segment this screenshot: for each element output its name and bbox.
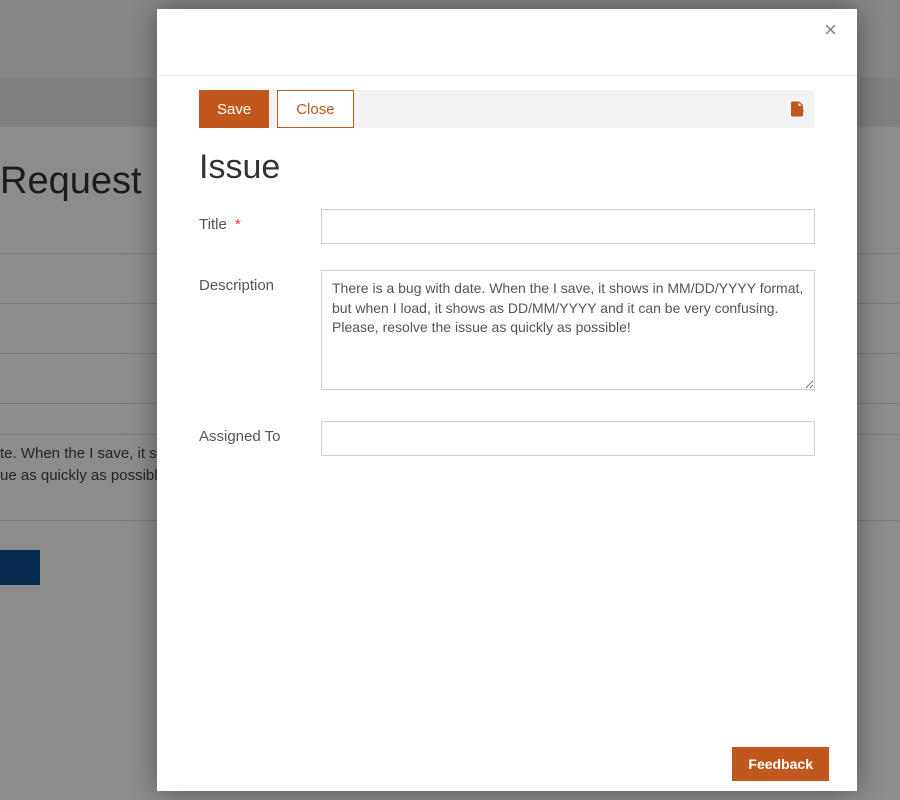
issue-modal: × Save Close Issue Title * [157, 9, 857, 791]
field-row-assigned-to: Assigned To [199, 421, 815, 456]
field-row-description: Description [199, 270, 815, 395]
field-row-title: Title * [199, 209, 815, 244]
modal-toolbar: Save Close [199, 90, 815, 128]
description-textarea[interactable] [321, 270, 815, 390]
required-indicator: * [235, 216, 241, 233]
modal-scroll-area[interactable]: Save Close Issue Title * [157, 76, 857, 791]
title-input[interactable] [321, 209, 815, 244]
modal-content: Save Close Issue Title * [157, 90, 857, 791]
feedback-button[interactable]: Feedback [732, 747, 829, 781]
title-label-text: Title [199, 216, 227, 233]
assigned-to-input[interactable] [321, 421, 815, 456]
close-icon: × [824, 17, 837, 42]
export-pdf-button[interactable] [779, 90, 815, 128]
description-label: Description [199, 270, 321, 294]
toolbar-spacer [354, 90, 779, 128]
assigned-to-label: Assigned To [199, 421, 321, 445]
title-label: Title * [199, 209, 321, 233]
form-heading: Issue [199, 148, 815, 187]
close-button[interactable]: Close [277, 90, 353, 128]
modal-close-button[interactable]: × [818, 15, 843, 45]
save-button[interactable]: Save [199, 90, 269, 128]
pdf-icon [788, 100, 806, 118]
